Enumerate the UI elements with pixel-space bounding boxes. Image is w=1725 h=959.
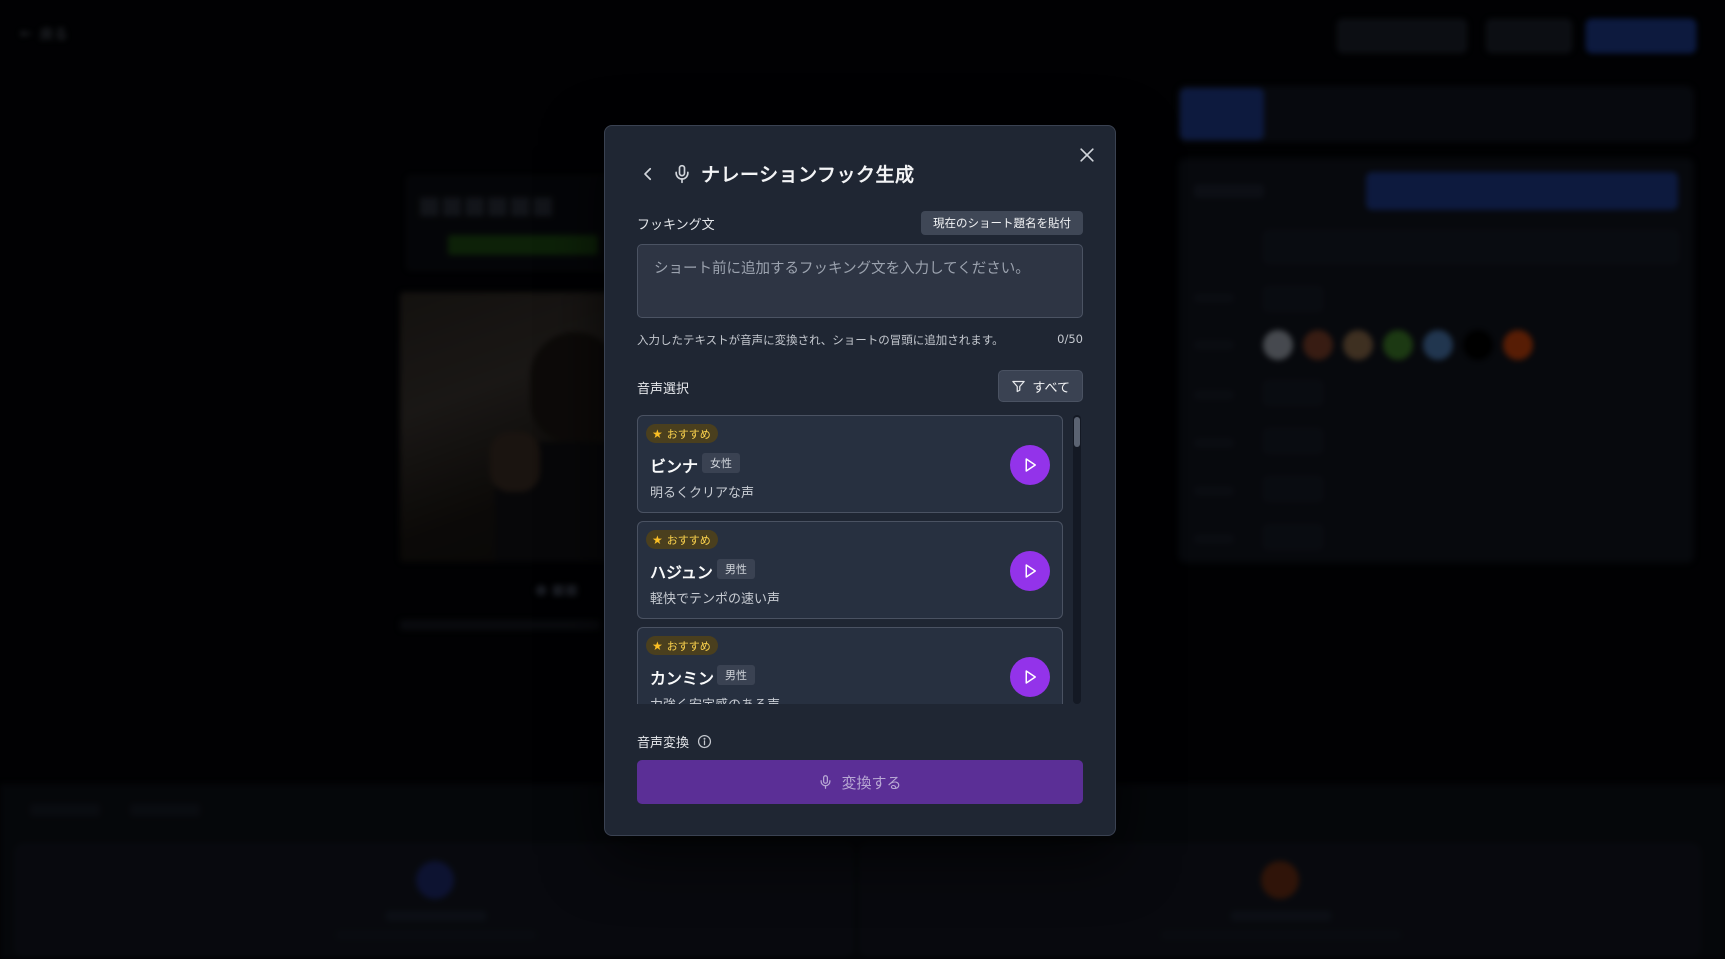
play-icon bbox=[1025, 458, 1036, 472]
play-preview-button[interactable] bbox=[1010, 551, 1050, 591]
gender-tag: 男性 bbox=[717, 559, 755, 579]
microphone-icon bbox=[820, 775, 831, 789]
voice-description: 軽快でテンポの速い声 bbox=[650, 592, 781, 607]
star-icon: ★ bbox=[652, 426, 663, 441]
recommended-badge-label: おすすめ bbox=[666, 533, 711, 547]
modal-header: ナレーションフック生成 bbox=[637, 160, 915, 187]
recommended-badge-label: おすすめ bbox=[666, 639, 711, 653]
play-icon bbox=[1025, 564, 1036, 578]
gender-tag: 男性 bbox=[717, 665, 755, 685]
voice-card-kangmin[interactable]: ★ おすすめ カンミン 男性 力強く安定感のある声 bbox=[637, 627, 1063, 704]
voice-list-scrollbar[interactable] bbox=[1073, 415, 1081, 704]
info-icon[interactable] bbox=[697, 734, 712, 749]
app-stage: ← 戻る ■■■■■■ ● ■■ bbox=[0, 0, 1725, 959]
voice-name: ビンナ bbox=[650, 457, 699, 476]
convert-button[interactable]: 変換する bbox=[637, 760, 1083, 804]
voice-name: ハジュン bbox=[650, 563, 713, 582]
microphone-icon bbox=[671, 163, 693, 185]
paste-title-button[interactable]: 現在のショート題名を貼付 bbox=[921, 211, 1083, 235]
scroll-thumb[interactable] bbox=[1074, 417, 1080, 447]
voice-filter-label: すべて bbox=[1032, 380, 1070, 396]
recommended-badge: ★ おすすめ bbox=[646, 424, 718, 443]
hook-text-input[interactable] bbox=[637, 244, 1083, 318]
recommended-badge-label: おすすめ bbox=[666, 427, 711, 441]
modal-title: ナレーションフック生成 bbox=[701, 164, 915, 186]
voice-list[interactable]: ★ おすすめ ビンナ 女性 明るくクリアな声 ★ おすすめ ハジュン 男性 軽快… bbox=[637, 415, 1063, 704]
voice-name: カンミン bbox=[650, 669, 715, 688]
recommended-badge: ★ おすすめ bbox=[646, 636, 718, 655]
filter-icon bbox=[1012, 380, 1026, 392]
hook-text-label: フッキング文 bbox=[637, 218, 715, 233]
close-icon[interactable] bbox=[1075, 143, 1099, 167]
voice-filter-button[interactable]: すべて bbox=[998, 370, 1083, 402]
narration-hook-modal: ナレーションフック生成 フッキング文 現在のショート題名を貼付 入力したテキスト… bbox=[604, 125, 1116, 836]
chevron-left-icon[interactable] bbox=[637, 163, 659, 185]
convert-button-label: 変換する bbox=[841, 773, 902, 792]
convert-label: 音声変換 bbox=[637, 736, 690, 751]
voice-description: 力強く安定感のある声 bbox=[650, 694, 780, 704]
gender-tag: 女性 bbox=[702, 453, 740, 473]
play-preview-button[interactable] bbox=[1010, 445, 1050, 485]
hook-helper-text: 入力したテキストが音声に変換され、ショートの冒頭に追加されます。 bbox=[637, 333, 1004, 347]
play-icon bbox=[1025, 670, 1036, 684]
voice-select-label: 音声選択 bbox=[637, 382, 690, 397]
voice-card-hajun[interactable]: ★ おすすめ ハジュン 男性 軽快でテンポの速い声 bbox=[637, 521, 1063, 619]
char-counter: 0/50 bbox=[1057, 332, 1083, 346]
convert-label-row: 音声変換 bbox=[637, 732, 712, 751]
voice-card-binna[interactable]: ★ おすすめ ビンナ 女性 明るくクリアな声 bbox=[637, 415, 1063, 513]
voice-description: 明るくクリアな声 bbox=[650, 486, 755, 501]
recommended-badge: ★ おすすめ bbox=[646, 530, 718, 549]
play-preview-button[interactable] bbox=[1010, 657, 1050, 697]
star-icon: ★ bbox=[652, 532, 663, 547]
star-icon: ★ bbox=[652, 638, 663, 653]
